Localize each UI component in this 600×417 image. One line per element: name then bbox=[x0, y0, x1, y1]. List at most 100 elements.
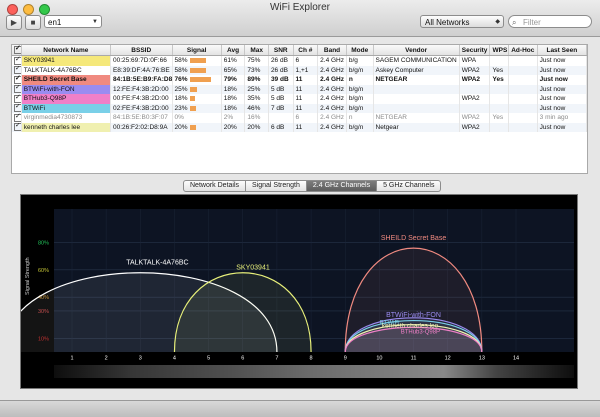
x-tick-label: 1 bbox=[70, 356, 73, 362]
interface-select[interactable]: en1 ▼ bbox=[44, 15, 102, 28]
network-filter-select[interactable]: All Networks ◆ bbox=[420, 15, 504, 28]
cell-snr: 5 dB bbox=[268, 84, 294, 94]
cell-signal: 25% bbox=[172, 84, 222, 94]
cell-security: WPA2 bbox=[459, 113, 491, 123]
cell-avg: 79% bbox=[221, 75, 246, 85]
tab-5-ghz-channels[interactable]: 5 GHz Channels bbox=[377, 180, 442, 192]
select-all-checkbox[interactable] bbox=[14, 45, 21, 54]
bottom-bar bbox=[0, 400, 600, 417]
cell-last: 3 min ago bbox=[537, 113, 587, 123]
row-checkbox[interactable] bbox=[14, 56, 21, 65]
row-checkbox[interactable] bbox=[14, 94, 21, 103]
table-row[interactable]: SHEILD Secret Base84:1B:5E:B9:FA:D876%79… bbox=[12, 75, 587, 85]
y-tick-label: 80% bbox=[38, 240, 49, 246]
table-row[interactable]: virginmedia473087384:1B:5E:B0:3F:070%2%1… bbox=[12, 113, 587, 123]
cell-bssid: 84:1B:5E:B9:FA:D8 bbox=[110, 75, 173, 85]
tab-signal-strength[interactable]: Signal Strength bbox=[246, 180, 307, 192]
row-checkbox[interactable] bbox=[14, 85, 21, 94]
column-header[interactable]: Ch # bbox=[293, 45, 319, 56]
table-row[interactable]: BTWiFi-with-FON12:FE:F4:3B:2D:0025%18%25… bbox=[12, 84, 587, 94]
table-row[interactable]: SKY0394100:25:69:7D:0F:6658%61%75%26 dB6… bbox=[12, 55, 587, 66]
row-checkbox-cell[interactable] bbox=[12, 113, 22, 123]
cell-last: Just now bbox=[537, 94, 587, 104]
column-header[interactable]: BSSID bbox=[110, 45, 173, 56]
network-table: Network NameBSSIDSignalAvgMaxSNRCh #Band… bbox=[11, 44, 588, 174]
column-header[interactable]: WPS bbox=[489, 45, 509, 56]
row-checkbox-cell[interactable] bbox=[12, 94, 22, 104]
cell-security: WPA2 bbox=[459, 122, 491, 132]
row-checkbox-cell[interactable] bbox=[12, 55, 22, 66]
chevron-updown-icon: ◆ bbox=[495, 19, 500, 25]
row-checkbox-cell[interactable] bbox=[12, 65, 22, 75]
window-title: WiFi Explorer bbox=[269, 2, 330, 13]
tab-network-details[interactable]: Network Details bbox=[183, 180, 247, 192]
table-row[interactable]: BTHub3-Q98P00:FE:F4:3B:2D:0018%18%35%5 d… bbox=[12, 94, 587, 104]
cell-adhoc bbox=[508, 65, 538, 75]
cell-wps bbox=[489, 103, 509, 113]
x-tick-label: 3 bbox=[139, 356, 142, 362]
row-checkbox-cell[interactable] bbox=[12, 75, 22, 85]
column-header[interactable]: Avg bbox=[221, 45, 246, 56]
cell-wps bbox=[489, 94, 509, 104]
cell-last: Just now bbox=[537, 65, 587, 75]
series-label: BTHub3-Q98P bbox=[401, 329, 440, 335]
x-axis-band bbox=[54, 352, 574, 362]
series-label: TALKTALK-4A76BC bbox=[126, 260, 188, 267]
cell-band: 2.4 GHz bbox=[317, 55, 347, 66]
cell-max: 73% bbox=[244, 65, 269, 75]
cell-ch: 11 bbox=[293, 103, 319, 113]
play-button[interactable]: ▶ bbox=[6, 15, 22, 30]
column-header[interactable]: Network Name bbox=[21, 45, 111, 56]
row-checkbox-cell[interactable] bbox=[12, 103, 22, 113]
cell-security: WPA2 bbox=[459, 94, 491, 104]
filter-search-input[interactable]: ⌕ Filter bbox=[508, 15, 592, 28]
table-row[interactable]: kenneth charles lee00:26:F2:02:D8:9A20%2… bbox=[12, 122, 587, 132]
cell-avg: 2% bbox=[221, 113, 246, 123]
row-checkbox[interactable] bbox=[14, 104, 21, 113]
cell-signal: 58% bbox=[172, 65, 222, 75]
column-header[interactable]: Security bbox=[459, 45, 491, 56]
row-checkbox[interactable] bbox=[14, 113, 21, 122]
column-header[interactable]: Signal bbox=[172, 45, 222, 56]
row-checkbox[interactable] bbox=[14, 123, 21, 132]
column-header[interactable]: Band bbox=[317, 45, 347, 56]
x-tick-label: 2 bbox=[105, 356, 108, 362]
cell-bssid: 00:26:F2:02:D8:9A bbox=[110, 122, 173, 132]
column-header[interactable]: SNR bbox=[268, 45, 294, 56]
cell-last: Just now bbox=[537, 122, 587, 132]
table-row[interactable]: TALKTALK-4A76BCE8:39:DF:4A:76:BE58%65%73… bbox=[12, 65, 587, 75]
stop-button[interactable]: ■ bbox=[25, 15, 41, 30]
cell-name: SHEILD Secret Base bbox=[21, 75, 111, 85]
signal-bar bbox=[189, 105, 196, 111]
title-bar: WiFi Explorer ▶ ■ en1 ▼ All Networks ◆ ⌕… bbox=[0, 0, 600, 37]
cell-ch: 11 bbox=[293, 75, 319, 85]
column-header[interactable]: Last Seen bbox=[537, 45, 587, 56]
signal-bar bbox=[189, 58, 206, 64]
column-header[interactable]: Max bbox=[244, 45, 269, 56]
column-header[interactable] bbox=[12, 45, 22, 56]
cell-max: 16% bbox=[244, 113, 269, 123]
x-tick-label: 13 bbox=[479, 356, 485, 362]
signal-bar bbox=[189, 67, 206, 73]
tab-2-4-ghz-channels[interactable]: 2.4 GHz Channels bbox=[306, 180, 378, 192]
row-checkbox[interactable] bbox=[14, 75, 21, 84]
cell-security bbox=[459, 84, 491, 94]
cell-adhoc bbox=[508, 75, 538, 85]
cell-bssid: 12:FE:F4:3B:2D:00 bbox=[110, 84, 173, 94]
x-tick-label: 4 bbox=[173, 356, 176, 362]
cell-adhoc bbox=[508, 113, 538, 123]
cell-last: Just now bbox=[537, 103, 587, 113]
row-checkbox-cell[interactable] bbox=[12, 84, 22, 94]
table-row[interactable]: BTWiFi02:FE:F4:3B:2D:0023%18%46%7 dB112.… bbox=[12, 103, 587, 113]
cell-wps bbox=[489, 84, 509, 94]
row-checkbox[interactable] bbox=[14, 66, 21, 75]
column-header[interactable]: Vendor bbox=[373, 45, 460, 56]
column-header[interactable]: Ad-Hoc bbox=[508, 45, 538, 56]
column-header[interactable]: Mode bbox=[346, 45, 374, 56]
row-checkbox-cell[interactable] bbox=[12, 122, 22, 132]
cell-security: WPA2 bbox=[459, 65, 491, 75]
cell-adhoc bbox=[508, 94, 538, 104]
signal-bar bbox=[189, 77, 211, 83]
cell-max: 89% bbox=[244, 75, 269, 85]
x-tick-label: 14 bbox=[513, 356, 519, 362]
